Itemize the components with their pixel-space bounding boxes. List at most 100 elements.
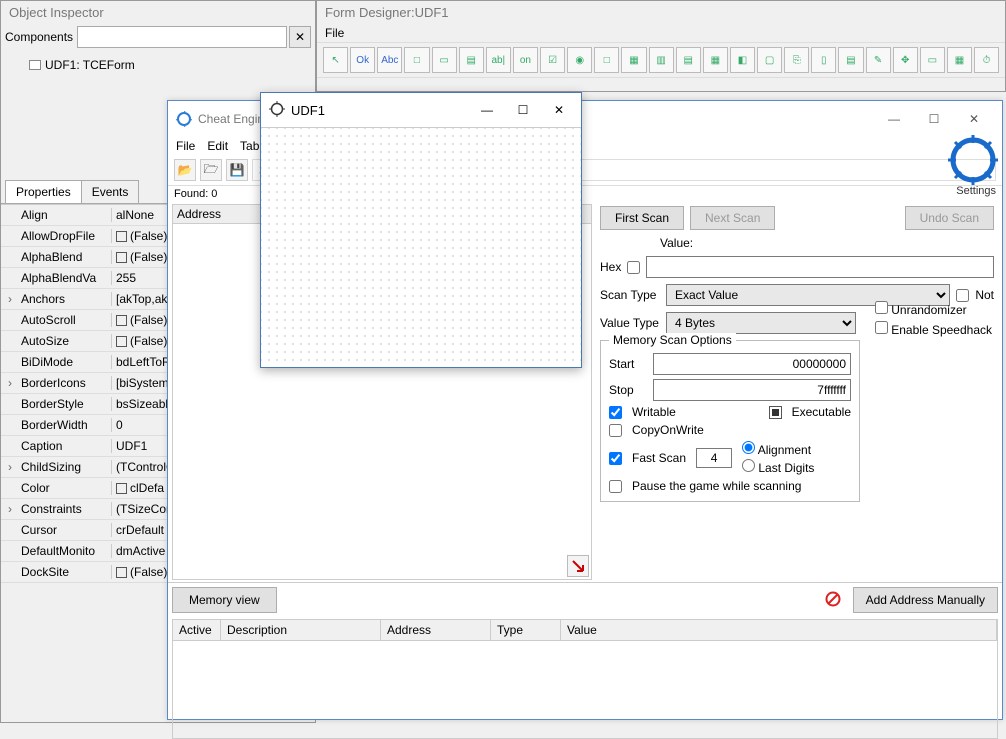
palette-tool[interactable]: ▤ [459,47,484,73]
component-palette: ↖OkAbc□▭▤ab|on☑◉□▦▥▤▦◧▢⎘▯▤✎✥▭▦⏱ [317,42,1005,78]
stop-input[interactable] [653,379,851,401]
writable-option[interactable]: Writable [609,405,676,419]
checkbox-icon[interactable] [116,231,127,242]
palette-tool[interactable]: on [513,47,538,73]
palette-tool[interactable]: ▯ [811,47,836,73]
undo-scan-button[interactable]: Undo Scan [905,206,994,230]
components-input[interactable] [77,26,287,48]
menu-file[interactable]: File [176,139,195,153]
palette-tool[interactable]: □ [404,47,429,73]
palette-tool[interactable]: ab| [486,47,511,73]
pause-checkbox[interactable] [609,480,622,493]
checkbox-icon[interactable] [116,567,127,578]
palette-tool[interactable]: ✥ [893,47,918,73]
property-name: ChildSizing [19,460,111,474]
copyonwrite-checkbox[interactable] [609,424,622,437]
open-process-button[interactable]: 📂 [174,159,196,181]
writable-checkbox[interactable] [609,406,622,419]
add-address-manually-button[interactable]: Add Address Manually [853,587,998,613]
close-button[interactable]: ✕ [954,107,994,131]
th-value[interactable]: Value [561,620,997,640]
fast-scan-checkbox[interactable] [609,452,622,465]
fast-scan-value-input[interactable] [696,448,732,468]
alignment-radio[interactable] [742,441,755,454]
value-input[interactable] [646,256,994,278]
palette-tool[interactable]: ▤ [838,47,863,73]
palette-tool[interactable]: Abc [377,47,402,73]
palette-tool[interactable]: ▭ [920,47,945,73]
speedhack-option[interactable]: Enable Speedhack [875,321,992,337]
menu-tab[interactable]: Tab [240,139,259,153]
last-digits-radio-option[interactable]: Last Digits [742,459,814,475]
value-type-select[interactable]: 4 Bytes [666,312,856,334]
palette-tool[interactable]: ▦ [621,47,646,73]
copyonwrite-option[interactable]: CopyOnWrite [609,423,851,437]
palette-tool[interactable]: ▤ [676,47,701,73]
components-clear-button[interactable]: ✕ [289,26,311,48]
expand-icon[interactable]: › [1,460,19,474]
th-active[interactable]: Active [173,620,221,640]
udf1-design-surface[interactable] [261,127,581,365]
palette-tool[interactable]: ⎘ [784,47,809,73]
tree-item-udf1[interactable]: UDF1: TCEForm [9,56,307,74]
ce-logo-icon[interactable] [948,135,998,185]
pause-option[interactable]: Pause the game while scanning [609,479,851,493]
open-file-button[interactable]: 🗁 [200,159,222,181]
checkbox-icon[interactable] [116,252,127,263]
palette-tool[interactable]: Ok [350,47,375,73]
hex-checkbox[interactable] [627,261,640,274]
not-checkbox[interactable] [956,289,969,302]
checkbox-icon[interactable] [116,315,127,326]
unrandomizer-option[interactable]: Unrandomizer [875,301,992,317]
last-digits-radio[interactable] [742,459,755,472]
fast-scan-option[interactable]: Fast Scan [609,451,686,465]
tab-properties[interactable]: Properties [5,180,82,203]
property-name: AlphaBlend [19,250,111,264]
speedhack-checkbox[interactable] [875,321,888,334]
palette-tool[interactable]: ◧ [730,47,755,73]
palette-tool[interactable]: ▦ [947,47,972,73]
th-type[interactable]: Type [491,620,561,640]
udf1-minimize-button[interactable]: — [469,99,505,121]
udf1-close-button[interactable]: ✕ [541,99,577,121]
executable-tristate[interactable] [769,406,782,419]
form-icon [29,60,41,70]
no-scan-icon[interactable] [822,588,844,610]
expand-icon[interactable]: › [1,376,19,390]
menu-edit[interactable]: Edit [207,139,228,153]
menu-file[interactable]: File [325,26,344,40]
palette-tool[interactable]: □ [594,47,619,73]
expand-icon[interactable]: › [1,502,19,516]
settings-label[interactable]: Settings [956,185,996,197]
alignment-radio-option[interactable]: Alignment [742,441,814,457]
add-to-list-button[interactable] [567,555,589,577]
palette-tool[interactable]: ▢ [757,47,782,73]
udf1-design-window[interactable]: UDF1 — ☐ ✕ [260,92,582,368]
memory-view-button[interactable]: Memory view [172,587,277,613]
minimize-button[interactable]: — [874,107,914,131]
palette-tool[interactable]: ▥ [649,47,674,73]
udf1-maximize-button[interactable]: ☐ [505,99,541,121]
first-scan-button[interactable]: First Scan [600,206,684,230]
checkbox-icon[interactable] [116,336,127,347]
expand-icon[interactable]: › [1,292,19,306]
color-swatch-icon[interactable] [116,483,127,494]
executable-option[interactable]: Executable [769,405,851,419]
palette-tool[interactable]: ▦ [703,47,728,73]
next-scan-button[interactable]: Next Scan [690,206,775,230]
th-address[interactable]: Address [381,620,491,640]
unrandomizer-checkbox[interactable] [875,301,888,314]
palette-tool[interactable]: ☑ [540,47,565,73]
palette-tool[interactable]: ↖ [323,47,348,73]
start-input[interactable] [653,353,851,375]
address-list-table[interactable]: Active Description Address Type Value [172,619,998,739]
save-button[interactable]: 💾 [226,159,248,181]
palette-tool[interactable]: ⏱ [974,47,999,73]
palette-tool[interactable]: ✎ [866,47,891,73]
maximize-button[interactable]: ☐ [914,107,954,131]
th-description[interactable]: Description [221,620,381,640]
palette-tool[interactable]: ◉ [567,47,592,73]
palette-tool[interactable]: ▭ [432,47,457,73]
scan-type-label: Scan Type [600,288,660,302]
tab-events[interactable]: Events [81,180,140,203]
